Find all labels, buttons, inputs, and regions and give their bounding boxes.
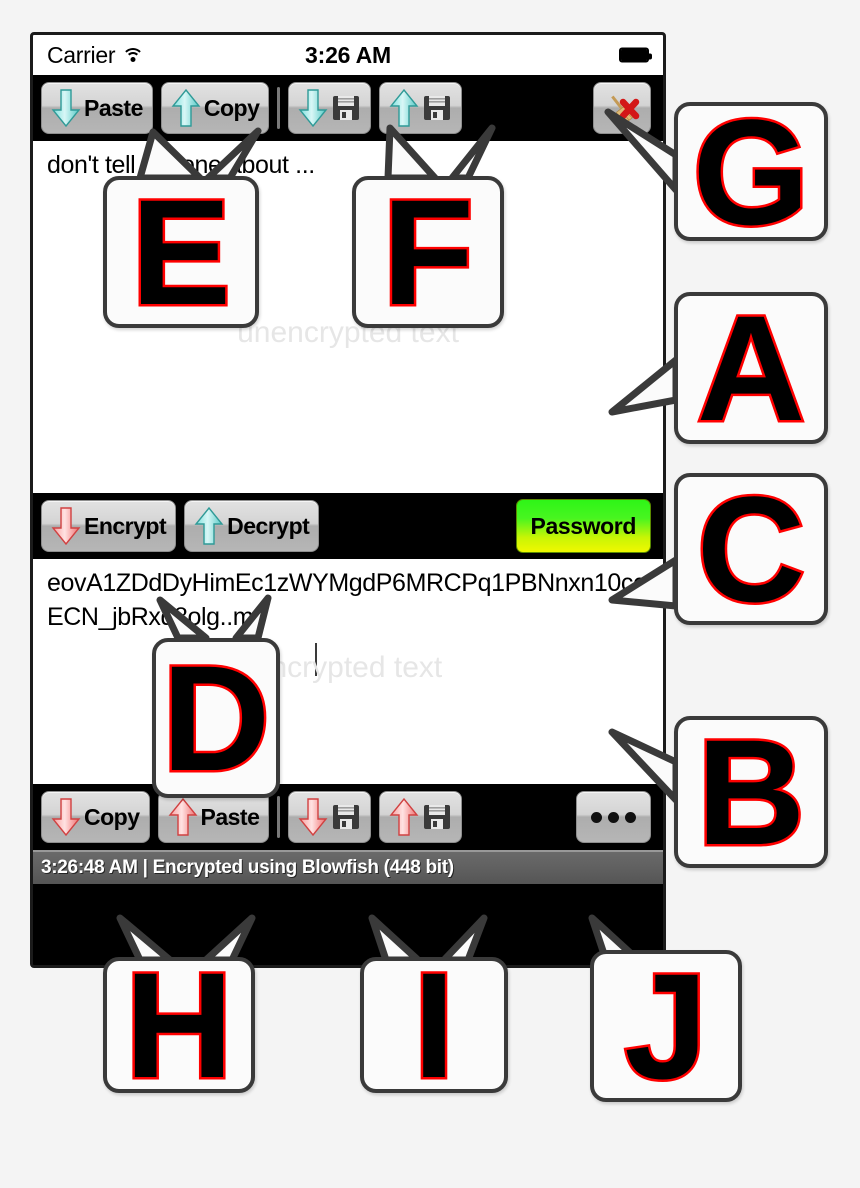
decrypt-button[interactable]: Decrypt xyxy=(184,500,320,552)
password-button[interactable]: Password xyxy=(515,499,651,553)
arrow-down-cyan-icon xyxy=(298,89,328,128)
toolbar-separator xyxy=(277,796,281,838)
toolbar-separator xyxy=(277,87,281,129)
arrow-up-cyan-icon xyxy=(171,88,201,127)
arrow-down-cyan-icon xyxy=(51,89,81,128)
battery-icon xyxy=(619,47,652,63)
top-toolbar: Paste Copy xyxy=(33,75,663,141)
ios-clock: 3:26 AM xyxy=(305,41,391,68)
arrow-up-cyan-icon xyxy=(194,506,224,545)
callout-G: G xyxy=(674,94,828,249)
callout-letter: H xyxy=(122,941,235,1109)
callout-letter: C xyxy=(694,465,807,633)
callout-letter: B xyxy=(694,708,807,876)
arrow-up-cyan-icon xyxy=(389,88,419,127)
bottom-toolbar: Copy Paste xyxy=(33,784,663,850)
encrypt-decrypt-toolbar: Encrypt Decrypt Password xyxy=(33,493,663,559)
arrow-down-red-icon xyxy=(298,798,328,837)
broom-red-x-icon xyxy=(611,95,640,125)
callout-letter: E xyxy=(128,168,233,336)
top-paste-button[interactable]: Paste xyxy=(41,82,153,134)
ciphertext-value: eovA1ZDdDyHimEc1zWYMgdP6MRCPq1PBNnxn10cc… xyxy=(47,569,646,631)
encrypt-button[interactable]: Encrypt xyxy=(41,500,177,552)
callout-letter: G xyxy=(690,87,812,256)
callout-E: E xyxy=(103,168,259,336)
callout-letter: F xyxy=(380,168,477,336)
top-paste-label: Paste xyxy=(84,94,143,121)
app-status-bar: 3:26:48 AM | Encrypted using Blowfish (4… xyxy=(33,850,663,884)
callout-D: D xyxy=(152,638,280,798)
phone-frame: Carrier 3:26 AM Paste Copy don't tell an… xyxy=(30,32,666,968)
bottom-paste-label: Paste xyxy=(200,803,260,830)
top-save-file-button[interactable] xyxy=(379,82,463,134)
callout-F: F xyxy=(352,168,504,336)
arrow-up-red-icon xyxy=(168,797,197,836)
top-copy-button[interactable]: Copy xyxy=(160,82,270,134)
callout-A: A xyxy=(674,284,828,452)
top-clear-button[interactable] xyxy=(593,82,651,134)
callout-J: J xyxy=(590,942,742,1110)
decrypt-label: Decrypt xyxy=(227,512,310,539)
encrypt-label: Encrypt xyxy=(84,512,167,539)
floppy-disk-icon xyxy=(333,96,360,120)
callout-I: I xyxy=(360,948,508,1103)
ios-status-bar: Carrier 3:26 AM xyxy=(33,35,663,75)
bottom-save-file-button[interactable] xyxy=(379,791,463,843)
ciphertext-input[interactable]: eovA1ZDdDyHimEc1zWYMgdP6MRCPq1PBNnxn10cc… xyxy=(33,559,663,784)
floppy-disk-icon xyxy=(424,805,451,829)
top-copy-label: Copy xyxy=(203,94,260,121)
ciphertext-placeholder: encrypted text xyxy=(253,651,443,684)
password-label: Password xyxy=(530,512,637,539)
callout-letter: I xyxy=(411,941,458,1109)
arrow-down-red-icon xyxy=(51,507,81,546)
app-status-text: 3:26:48 AM | Encrypted using Blowfish (4… xyxy=(41,857,454,878)
arrow-down-red-icon xyxy=(51,798,81,837)
floppy-disk-icon xyxy=(424,96,451,120)
callout-C: C xyxy=(674,465,828,633)
bottom-copy-label: Copy xyxy=(84,803,140,830)
callout-letter: A xyxy=(694,284,807,452)
arrow-up-red-icon xyxy=(389,797,419,836)
bottom-copy-button[interactable]: Copy xyxy=(41,791,150,843)
floppy-disk-icon xyxy=(333,805,360,829)
more-options-button[interactable] xyxy=(576,791,651,843)
ellipsis-icon xyxy=(591,811,636,823)
bottom-load-file-button[interactable] xyxy=(288,791,372,843)
callout-letter: J xyxy=(622,942,710,1110)
callout-H: H xyxy=(103,948,255,1103)
callout-B: B xyxy=(674,708,828,876)
callout-letter: D xyxy=(159,634,272,802)
top-load-file-button[interactable] xyxy=(288,82,372,134)
